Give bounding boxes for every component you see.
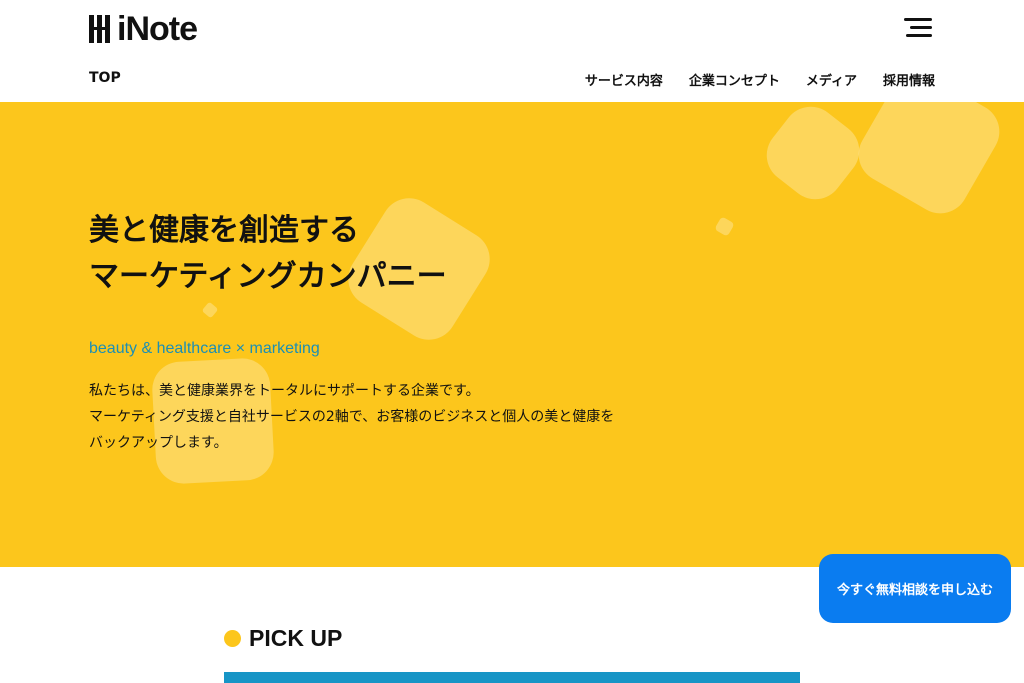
free-consultation-button[interactable]: 今すぐ無料相談を申し込む (819, 554, 1011, 623)
decorative-shape (848, 102, 1010, 224)
logo-mark-icon (89, 13, 111, 45)
pickup-heading: PICK UP (224, 625, 342, 652)
hero-description-line-1: 私たちは、美と健康業界をトータルにサポートする企業です。 (89, 383, 480, 399)
menu-icon[interactable] (902, 18, 932, 38)
hero-title-line-1: 美と健康を創造する (89, 213, 359, 248)
nav-item-concept[interactable]: 企業コンセプト (689, 70, 780, 89)
hero-description: 私たちは、美と健康業界をトータルにサポートする企業です。 マーケティング支援と自… (89, 378, 614, 456)
decorative-shape (714, 216, 735, 237)
decorative-shape (201, 301, 219, 319)
logo-text: iNote (117, 10, 198, 48)
decorative-shape (755, 102, 871, 211)
logo[interactable]: iNote (89, 10, 198, 48)
hero-section: 美と健康を創造する マーケティングカンパニー beauty & healthca… (0, 102, 1024, 567)
hero-description-line-3: バックアップします。 (89, 435, 228, 451)
bullet-dot-icon (224, 630, 241, 647)
hero-title-line-2: マーケティングカンパニー (89, 259, 447, 294)
site-header: iNote TOP サービス内容 企業コンセプト メディア 採用情報 (0, 0, 1024, 102)
hero-description-line-2: マーケティング支援と自社サービスの2軸で、お客様のビジネスと個人の美と健康を (89, 409, 615, 425)
main-nav: サービス内容 企業コンセプト メディア 採用情報 (585, 70, 935, 89)
hero-title: 美と健康を創造する マーケティングカンパニー (89, 208, 447, 300)
nav-item-services[interactable]: サービス内容 (585, 70, 663, 89)
nav-item-recruit[interactable]: 採用情報 (883, 70, 935, 89)
hero-subtitle: beauty & healthcare × marketing (89, 340, 320, 357)
nav-top-link[interactable]: TOP (89, 70, 121, 86)
pickup-title: PICK UP (249, 625, 343, 651)
pickup-banner[interactable] (224, 672, 800, 683)
nav-item-media[interactable]: メディア (806, 70, 857, 89)
